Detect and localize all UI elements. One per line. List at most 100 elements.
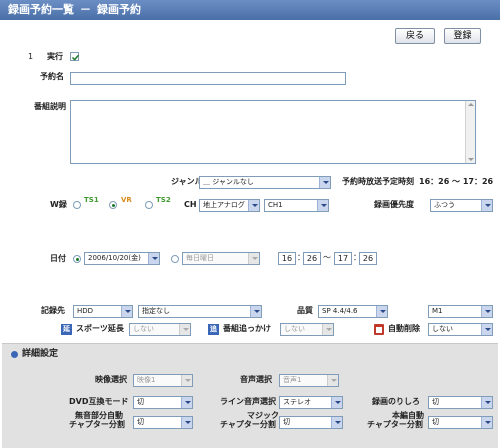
program-desc-textarea[interactable] xyxy=(70,100,476,164)
weekly-value: 毎日曜日 xyxy=(186,254,214,262)
auto-delete-label: 自動削除 xyxy=(388,324,420,333)
mode-value: M1 xyxy=(432,307,443,315)
auto-delete-select[interactable]: しない xyxy=(428,323,493,336)
w-rec-vr-radio[interactable] xyxy=(109,201,117,209)
range-separator: ～ xyxy=(323,253,331,262)
row-number: 1 xyxy=(28,52,34,61)
trash-icon xyxy=(374,324,384,335)
weekly-radio[interactable] xyxy=(171,255,179,263)
line-audio-select[interactable]: ステレオ xyxy=(279,396,343,409)
chevron-down-icon xyxy=(327,375,338,386)
chevron-down-icon xyxy=(179,324,190,335)
w-rec-ts1-radio[interactable] xyxy=(73,201,81,209)
page-subtitle: 録画予約 xyxy=(97,3,141,16)
video-select[interactable]: 映像1 xyxy=(133,374,193,387)
sports-ext-value: しない xyxy=(133,325,154,333)
scheduled-time-value: 16：26 ～ 17：26 xyxy=(419,177,494,186)
back-button[interactable]: 戻る xyxy=(395,28,435,44)
start-hour-input[interactable]: 16 xyxy=(278,252,296,265)
folder-value: 指定なし xyxy=(142,307,170,315)
page-header: 録画予約一覧 － 録画予約 xyxy=(0,0,500,20)
scroll-up-arrow-icon[interactable] xyxy=(468,103,474,106)
rec-margin-select[interactable]: 切 xyxy=(428,396,493,409)
genre-value: ＿ ジャンルなし xyxy=(203,178,254,186)
weekly-select[interactable]: 毎日曜日 xyxy=(182,252,260,265)
dvd-mode-select[interactable]: 切 xyxy=(133,396,193,409)
rec-priority-value: ふつう xyxy=(434,201,455,209)
dvd-mode-label: DVD互換モード xyxy=(69,397,129,406)
main-chapter-value: 切 xyxy=(432,418,439,426)
register-button[interactable]: 登録 xyxy=(444,28,481,44)
ch-label: CH xyxy=(184,200,197,209)
chevron-down-icon xyxy=(248,200,259,211)
sports-ext-icon: 延 xyxy=(61,324,72,335)
program-follow-value: しない xyxy=(284,325,305,333)
audio-select[interactable]: 音声1 xyxy=(279,374,339,387)
rec-margin-label: 録画のりしろ xyxy=(372,397,420,406)
ch-band-value: 地上アナログ xyxy=(203,201,245,209)
rec-priority-select[interactable]: ふつう xyxy=(430,199,493,212)
genre-select[interactable]: ＿ ジャンルなし xyxy=(199,176,331,189)
chevron-down-icon xyxy=(481,200,492,211)
chevron-down-icon xyxy=(317,200,328,211)
chevron-down-icon xyxy=(331,417,342,428)
chevron-down-icon xyxy=(148,253,159,264)
line-audio-value: ステレオ xyxy=(283,398,311,406)
ch-band-select[interactable]: 地上アナログ xyxy=(199,199,260,212)
video-select-label: 映像選択 xyxy=(95,375,127,384)
reservation-name-input[interactable] xyxy=(70,72,346,85)
detail-settings-title: 詳細設定 xyxy=(22,349,59,359)
magic-chapter-label-line2: チャプター分割 xyxy=(220,420,276,429)
chevron-down-icon xyxy=(181,397,192,408)
chevron-down-icon xyxy=(322,324,333,335)
chevron-down-icon xyxy=(481,397,492,408)
rec-priority-label: 録画優先度 xyxy=(374,200,414,209)
silent-chapter-select[interactable]: 切 xyxy=(133,416,193,429)
chevron-down-icon xyxy=(481,417,492,428)
quality-value: SP 4.4/4.6 xyxy=(322,307,358,315)
dvd-mode-value: 切 xyxy=(137,398,144,406)
date-select[interactable]: 2006/10/20(金) xyxy=(84,252,160,265)
rec-margin-value: 切 xyxy=(432,398,439,406)
quality-label: 品質 xyxy=(297,306,313,315)
chevron-down-icon xyxy=(181,417,192,428)
end-hour-input[interactable]: 17 xyxy=(334,252,352,265)
reservation-name-label: 予約名 xyxy=(40,72,64,81)
main-chapter-select[interactable]: 切 xyxy=(428,416,493,429)
video-select-value: 映像1 xyxy=(137,376,156,384)
quality-select[interactable]: SP 4.4/4.6 xyxy=(318,305,388,318)
w-rec-ts2-radio[interactable] xyxy=(145,201,153,209)
program-follow-icon: 追 xyxy=(208,324,219,335)
program-desc-scrollbar[interactable] xyxy=(465,101,475,163)
chevron-down-icon xyxy=(319,177,330,188)
end-min-input[interactable]: 26 xyxy=(359,252,377,265)
dest-label: 記録先 xyxy=(41,306,65,315)
program-follow-select[interactable]: しない xyxy=(280,323,334,336)
chevron-down-icon xyxy=(376,306,387,317)
vr-icon: VR xyxy=(121,196,132,204)
mode-select[interactable]: M1 xyxy=(428,305,493,318)
execute-checkbox[interactable] xyxy=(70,52,80,61)
auto-delete-value: しない xyxy=(432,325,453,333)
ts1-icon: TS1 xyxy=(84,196,99,204)
dest-select[interactable]: HDD xyxy=(73,305,133,318)
scroll-down-arrow-icon[interactable] xyxy=(468,158,474,161)
magic-chapter-select[interactable]: 切 xyxy=(279,416,343,429)
sports-ext-label: スポーツ延長 xyxy=(76,324,124,333)
ch-select[interactable]: CH1 xyxy=(264,199,329,212)
start-min-input[interactable]: 26 xyxy=(303,252,321,265)
w-rec-label: W録 xyxy=(50,200,67,209)
date-radio[interactable] xyxy=(73,255,81,263)
date-label: 日付 xyxy=(50,254,66,263)
checkmark-icon xyxy=(71,54,80,61)
chevron-down-icon xyxy=(248,253,259,264)
program-follow-label: 番組追っかけ xyxy=(223,324,271,333)
audio-select-value: 音声1 xyxy=(283,376,302,384)
chevron-down-icon xyxy=(481,324,492,335)
section-bullet-icon xyxy=(11,351,18,358)
sports-ext-select[interactable]: しない xyxy=(129,323,191,336)
magic-chapter-value: 切 xyxy=(283,418,290,426)
page-title: 録画予約一覧 xyxy=(8,3,74,16)
silent-chapter-value: 切 xyxy=(137,418,144,426)
folder-select[interactable]: 指定なし xyxy=(138,305,262,318)
